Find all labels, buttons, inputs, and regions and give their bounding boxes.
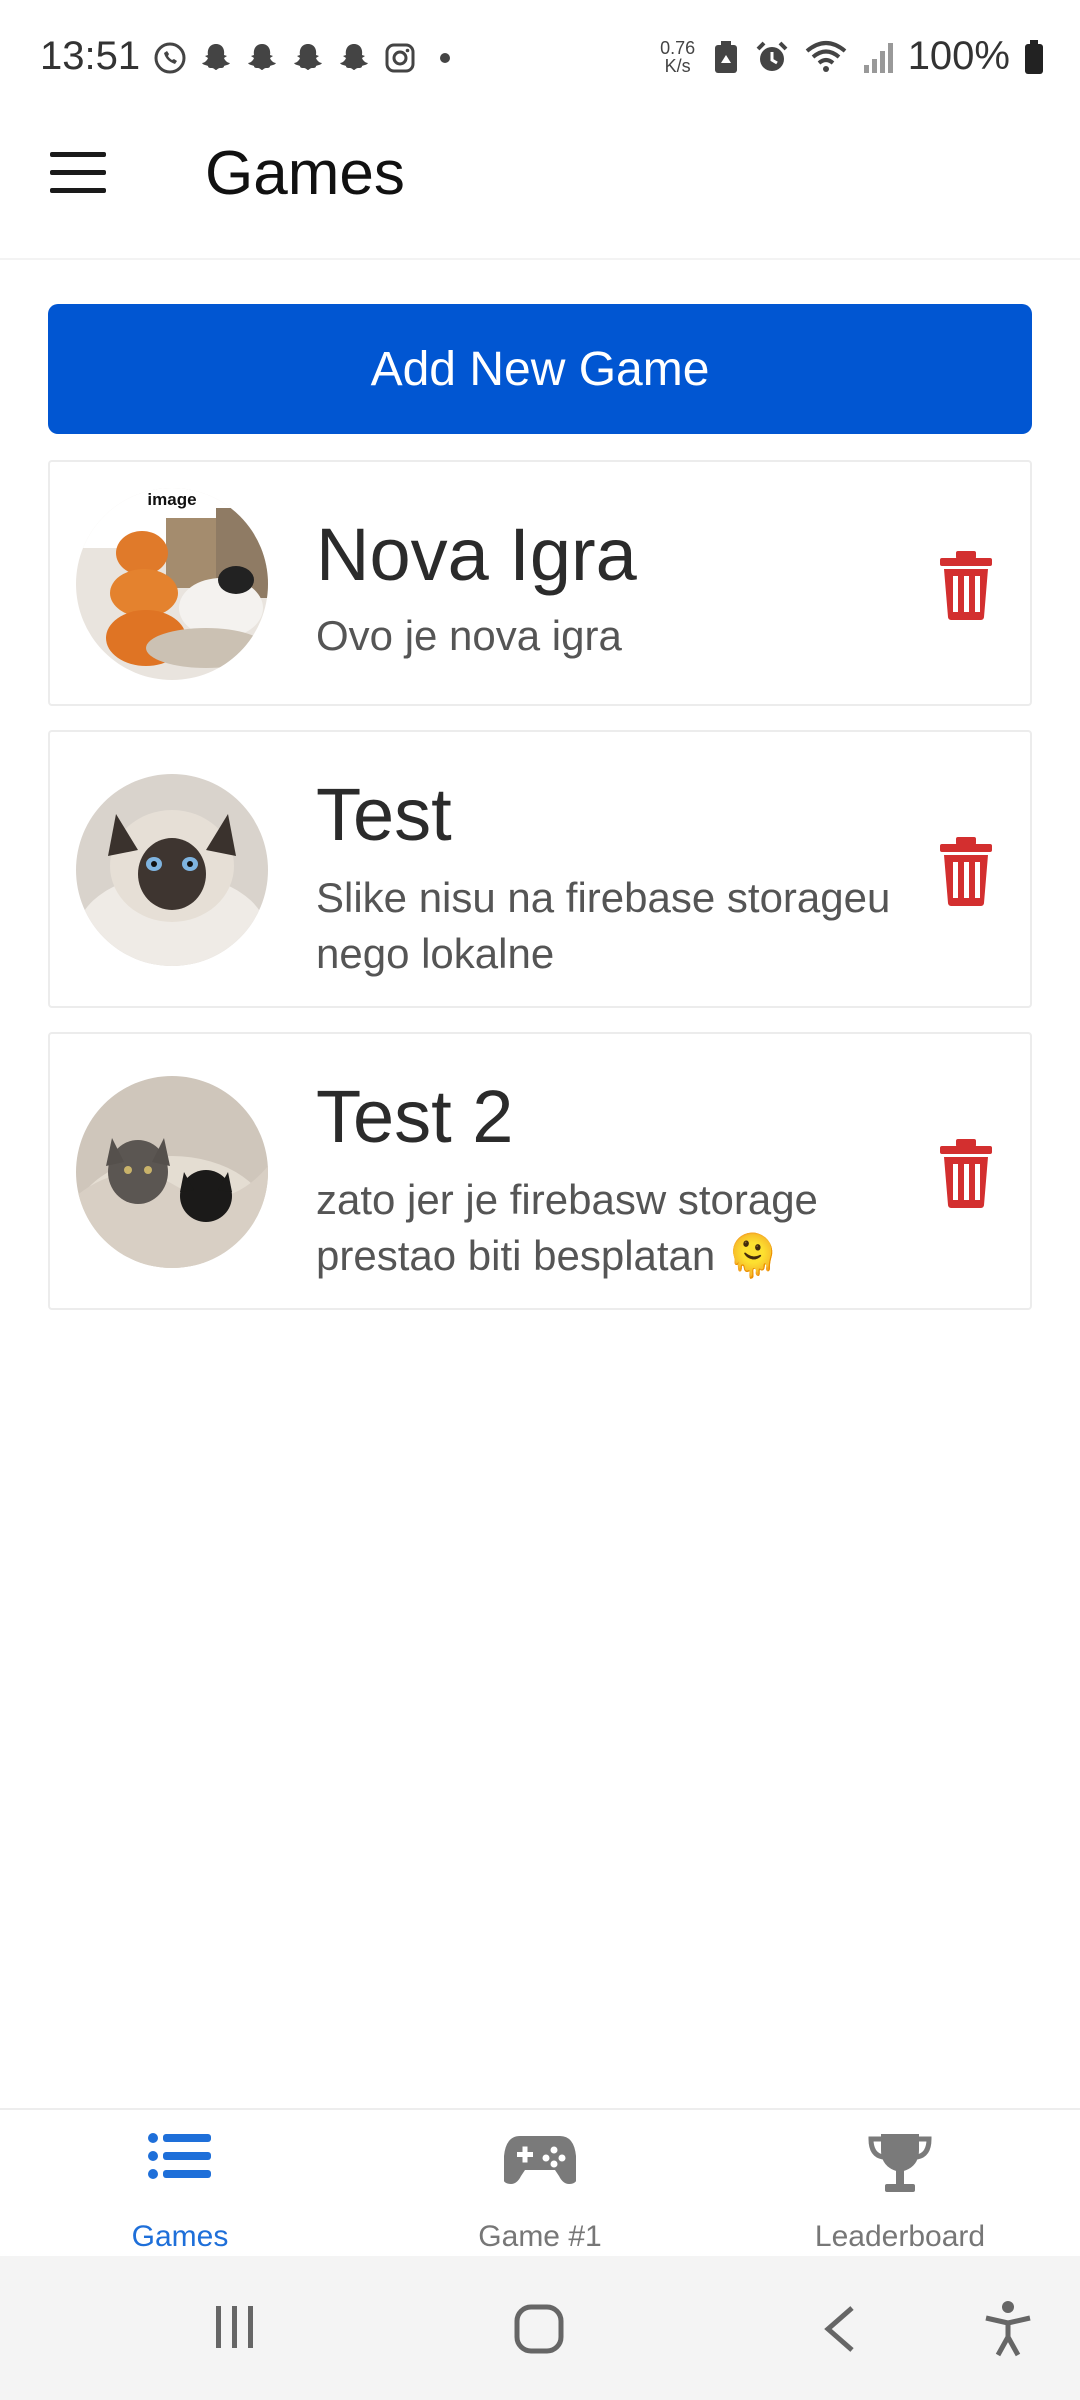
nav-label: Game #1	[478, 2220, 602, 2253]
back-icon[interactable]	[822, 2304, 858, 2354]
home-icon[interactable]	[514, 2304, 564, 2354]
status-bar: 13:51 0.76 K/s 100%	[0, 0, 1080, 120]
page-title: Games	[205, 139, 405, 208]
bottom-navigation: Games Game #1 Leaderboard	[0, 2108, 1080, 2258]
thumbnail-caption: image	[147, 490, 197, 509]
list-icon	[148, 2133, 211, 2179]
system-navigation-bar	[0, 2256, 1080, 2400]
trophy-icon	[868, 2134, 932, 2192]
game-thumbnail	[76, 1076, 268, 1268]
battery-saver-icon	[714, 40, 737, 73]
gamepad-icon	[504, 2136, 576, 2184]
system-status-icons: 0.76 K/s 100%	[658, 34, 1044, 79]
game-card[interactable]: image Nova Igra Ovo je nova igra	[48, 460, 1032, 706]
wifi-icon	[805, 40, 846, 72]
snapchat-icon	[248, 44, 276, 70]
notification-icons	[152, 40, 450, 76]
nav-tab-games[interactable]: Games	[0, 2110, 360, 2258]
snapchat-icon	[294, 44, 322, 70]
instagram-icon	[385, 43, 415, 73]
app-bar-divider	[0, 258, 1080, 260]
battery-percent: 100%	[907, 34, 1010, 78]
game-description: Slike nisu na firebase storageu nego lok…	[316, 874, 891, 977]
signal-icon	[863, 42, 893, 73]
status-time: 13:51	[40, 34, 141, 78]
nav-label: Games	[131, 2220, 229, 2253]
whatsapp-icon	[154, 42, 186, 74]
alarm-icon	[756, 41, 788, 71]
add-new-game-button[interactable]: Add New Game	[48, 304, 1032, 434]
nav-tab-game-1[interactable]: Game #1	[360, 2110, 720, 2258]
game-card[interactable]: Test 2 zato jer je firebasw storage pres…	[48, 1032, 1032, 1310]
game-title: Nova Igra	[316, 513, 637, 596]
delete-icon[interactable]	[936, 836, 996, 906]
snapchat-icon	[202, 44, 230, 70]
game-title: Test 2	[316, 1075, 514, 1158]
nav-tab-leaderboard[interactable]: Leaderboard	[720, 2110, 1080, 2258]
app-bar	[0, 120, 1080, 260]
network-speed: 0.76 K/s	[660, 37, 696, 76]
game-description: Ovo je nova igra	[316, 612, 622, 659]
battery-icon	[1025, 39, 1043, 74]
nav-label: Leaderboard	[814, 2220, 986, 2253]
delete-icon[interactable]	[936, 1138, 996, 1208]
delete-icon[interactable]	[936, 550, 996, 620]
game-card[interactable]: Test Slike nisu na firebase storageu neg…	[48, 730, 1032, 1008]
game-thumbnail: image	[76, 488, 268, 680]
game-thumbnail	[76, 774, 268, 966]
accessibility-icon[interactable]	[982, 2300, 1034, 2358]
recent-apps-icon[interactable]	[212, 2304, 258, 2350]
game-description: zato jer je firebasw storage prestao bit…	[316, 1176, 818, 1279]
snapchat-icon	[340, 44, 368, 70]
game-title: Test	[316, 773, 452, 856]
hamburger-menu-icon[interactable]	[50, 152, 106, 196]
more-notifications-dot	[440, 53, 450, 63]
